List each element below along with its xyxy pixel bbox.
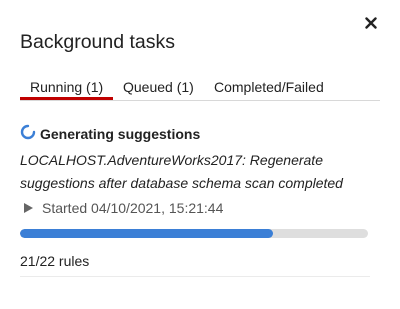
task-header: Generating suggestions bbox=[20, 123, 370, 145]
task-description: LOCALHOST.AdventureWorks2017: Regenerate… bbox=[20, 152, 343, 191]
progress-bar-fill bbox=[20, 229, 273, 238]
task-divider bbox=[20, 276, 370, 277]
task-name: Generating suggestions bbox=[40, 126, 201, 142]
tab-queued[interactable]: Queued (1) bbox=[113, 78, 204, 100]
background-tasks-panel: Background tasks Running (1) Queued (1) … bbox=[0, 0, 400, 309]
started-time: Started 04/10/2021, 15:21:44 bbox=[42, 200, 224, 216]
tabs-divider bbox=[20, 100, 380, 101]
spinner-icon bbox=[20, 124, 36, 140]
progress-label: 21/22 rules bbox=[20, 253, 90, 269]
task-tabs: Running (1) Queued (1) Completed/Failed bbox=[20, 78, 340, 102]
tab-completed-failed[interactable]: Completed/Failed bbox=[204, 78, 340, 100]
task-item: Generating suggestions LOCALHOST.Adventu… bbox=[20, 123, 370, 216]
play-icon bbox=[22, 202, 34, 214]
tab-running[interactable]: Running (1) bbox=[20, 78, 113, 100]
panel-title: Background tasks bbox=[20, 31, 176, 53]
close-icon bbox=[365, 17, 377, 29]
progress-bar bbox=[20, 229, 368, 238]
close-button[interactable] bbox=[360, 12, 382, 34]
task-started: Started 04/10/2021, 15:21:44 bbox=[20, 199, 223, 217]
